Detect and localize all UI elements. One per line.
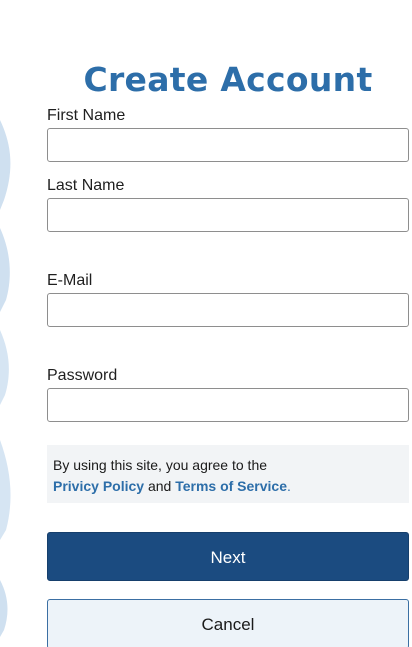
email-field[interactable] xyxy=(47,293,409,327)
terms-suffix: . xyxy=(287,478,291,494)
first-name-field[interactable] xyxy=(47,128,409,162)
page-title: Create Account xyxy=(83,60,373,100)
terms-line-2: Privicy Policy and Terms of Service. xyxy=(53,476,403,497)
privacy-policy-link[interactable]: Privicy Policy xyxy=(53,478,144,494)
background-decoration xyxy=(0,120,11,637)
terms-prefix: By using this site, you agree to the xyxy=(53,457,268,473)
terms-line-1: By using this site, you agree to the xyxy=(53,455,403,476)
password-field[interactable] xyxy=(47,388,409,422)
create-account-form: Create Account First Name Last Name E-Ma… xyxy=(47,0,409,647)
cancel-button[interactable]: Cancel xyxy=(47,599,409,647)
last-name-label: Last Name xyxy=(47,177,125,194)
next-button[interactable]: Next xyxy=(47,532,409,581)
email-label: E-Mail xyxy=(47,272,93,289)
terms-notice: By using this site, you agree to the Pri… xyxy=(47,445,409,503)
terms-conjunction: and xyxy=(147,478,172,494)
last-name-field[interactable] xyxy=(47,198,409,232)
terms-of-service-link[interactable]: Terms of Service xyxy=(175,478,287,494)
password-label: Password xyxy=(47,367,118,384)
first-name-label: First Name xyxy=(47,107,126,124)
